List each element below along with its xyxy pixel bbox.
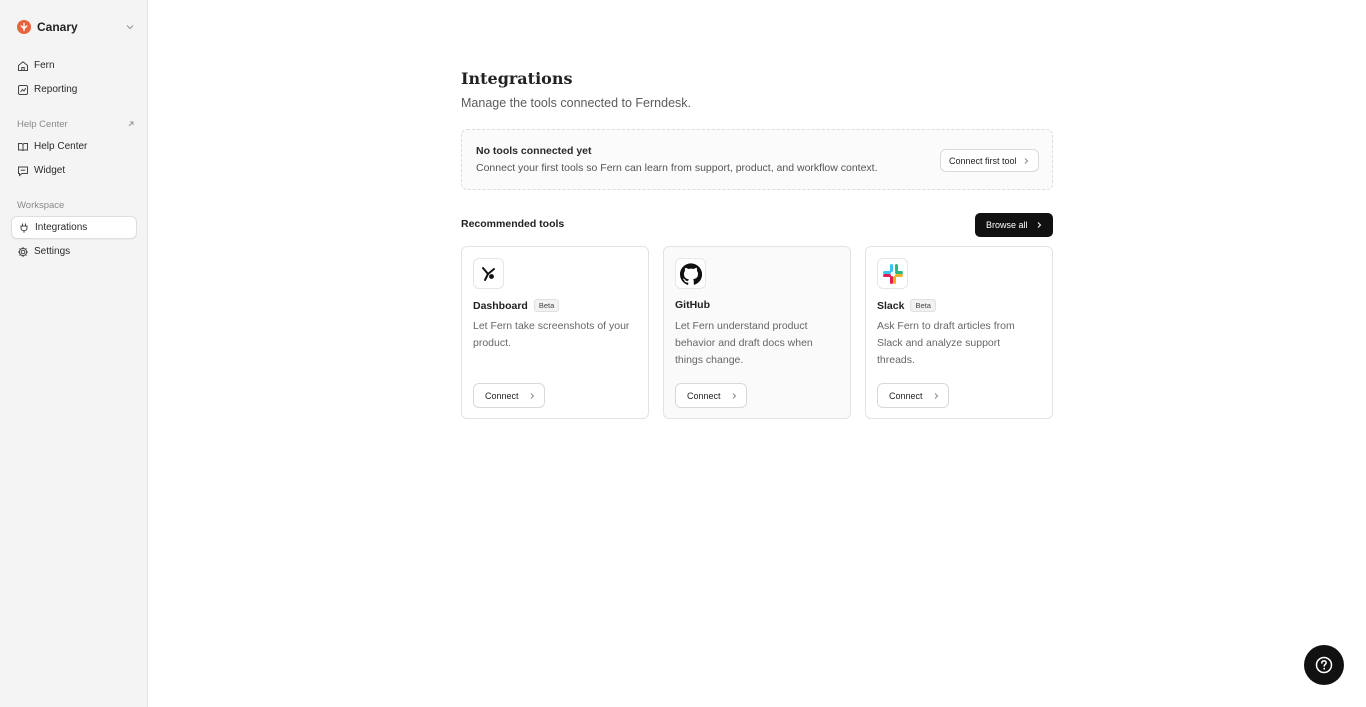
- sidebar-item-label: Widget: [34, 165, 66, 176]
- connect-button[interactable]: Connect: [675, 383, 747, 408]
- empty-state-title: No tools connected yet: [476, 145, 592, 157]
- dashboard-icon: [473, 258, 504, 289]
- card-title: Slack Beta: [877, 299, 936, 312]
- workspace-switcher[interactable]: Canary: [11, 15, 138, 39]
- chevron-down-icon: [126, 25, 134, 30]
- sidebar-item-widget[interactable]: Widget: [11, 159, 137, 182]
- chevron-right-icon: [732, 392, 737, 399]
- button-label: Browse all: [986, 220, 1028, 230]
- github-icon: [675, 258, 706, 289]
- page-title: Integrations: [461, 69, 573, 88]
- workspace-logo-icon: [17, 20, 31, 34]
- recommended-tools-heading: Recommended tools: [461, 218, 565, 230]
- integration-card-dashboard: Dashboard Beta Let Fern take screenshots…: [461, 246, 649, 419]
- slack-icon: [877, 258, 908, 289]
- section-label-help-center: Help Center: [17, 119, 68, 130]
- sidebar-item-label: Fern: [34, 60, 55, 71]
- sidebar-item-label: Help Center: [34, 141, 88, 152]
- gear-icon: [17, 246, 29, 258]
- main-content: Integrations Manage the tools connected …: [148, 0, 1366, 707]
- message-icon: [17, 165, 29, 177]
- home-icon: [17, 60, 29, 72]
- sidebar-item-label: Integrations: [35, 222, 88, 233]
- connect-button[interactable]: Connect: [473, 383, 545, 408]
- button-label: Connect: [485, 390, 519, 401]
- button-label: Connect: [889, 390, 923, 401]
- book-icon: [17, 141, 29, 153]
- connect-first-tool-button[interactable]: Connect first tool: [940, 149, 1039, 172]
- workspace-name: Canary: [37, 20, 78, 34]
- sidebar-item-integrations[interactable]: Integrations: [11, 216, 137, 239]
- beta-badge: Beta: [910, 299, 936, 312]
- button-label: Connect first tool: [949, 155, 1017, 166]
- question-mark-icon: [1315, 656, 1333, 674]
- section-label-workspace: Workspace: [17, 200, 65, 211]
- sidebar-item-label: Settings: [34, 246, 71, 257]
- card-title: Dashboard Beta: [473, 299, 560, 312]
- browse-all-button[interactable]: Browse all: [975, 213, 1053, 237]
- chart-icon: [17, 84, 29, 96]
- plug-icon: [18, 222, 30, 234]
- chevron-right-icon: [934, 392, 939, 399]
- beta-badge: Beta: [533, 299, 560, 312]
- sidebar-item-settings[interactable]: Settings: [11, 240, 137, 263]
- connect-button[interactable]: Connect: [877, 383, 949, 408]
- help-button[interactable]: [1304, 645, 1344, 685]
- sidebar: Canary Fern Reporting Help Center Help C…: [0, 0, 148, 707]
- integration-card-github: GitHub Let Fern understand product behav…: [663, 246, 851, 419]
- sidebar-item-fern[interactable]: Fern: [11, 54, 137, 77]
- card-description: Ask Fern to draft articles from Slack an…: [877, 320, 1015, 366]
- empty-state-panel: No tools connected yet Connect your firs…: [461, 129, 1053, 190]
- card-title-text: GitHub: [675, 299, 710, 311]
- empty-state-description: Connect your first tools so Fern can lea…: [476, 162, 878, 174]
- sidebar-item-reporting[interactable]: Reporting: [11, 78, 137, 101]
- external-link-icon[interactable]: [126, 119, 136, 129]
- page-subtitle: Manage the tools connected to Ferndesk.: [461, 96, 692, 110]
- card-description: Let Fern understand product behavior and…: [675, 320, 813, 366]
- chevron-right-icon: [530, 392, 535, 399]
- sidebar-item-label: Reporting: [34, 84, 78, 95]
- card-title-text: Dashboard: [473, 299, 528, 312]
- chevron-right-icon: [1037, 222, 1042, 228]
- card-description: Let Fern take screenshots of your produc…: [473, 320, 630, 349]
- card-title: GitHub: [675, 299, 710, 311]
- card-title-text: Slack: [877, 299, 905, 312]
- button-label: Connect: [687, 390, 721, 401]
- integration-card-slack: Slack Beta Ask Fern to draft articles fr…: [865, 246, 1053, 419]
- chevron-right-icon: [1024, 157, 1029, 164]
- sidebar-item-help-center[interactable]: Help Center: [11, 135, 137, 158]
